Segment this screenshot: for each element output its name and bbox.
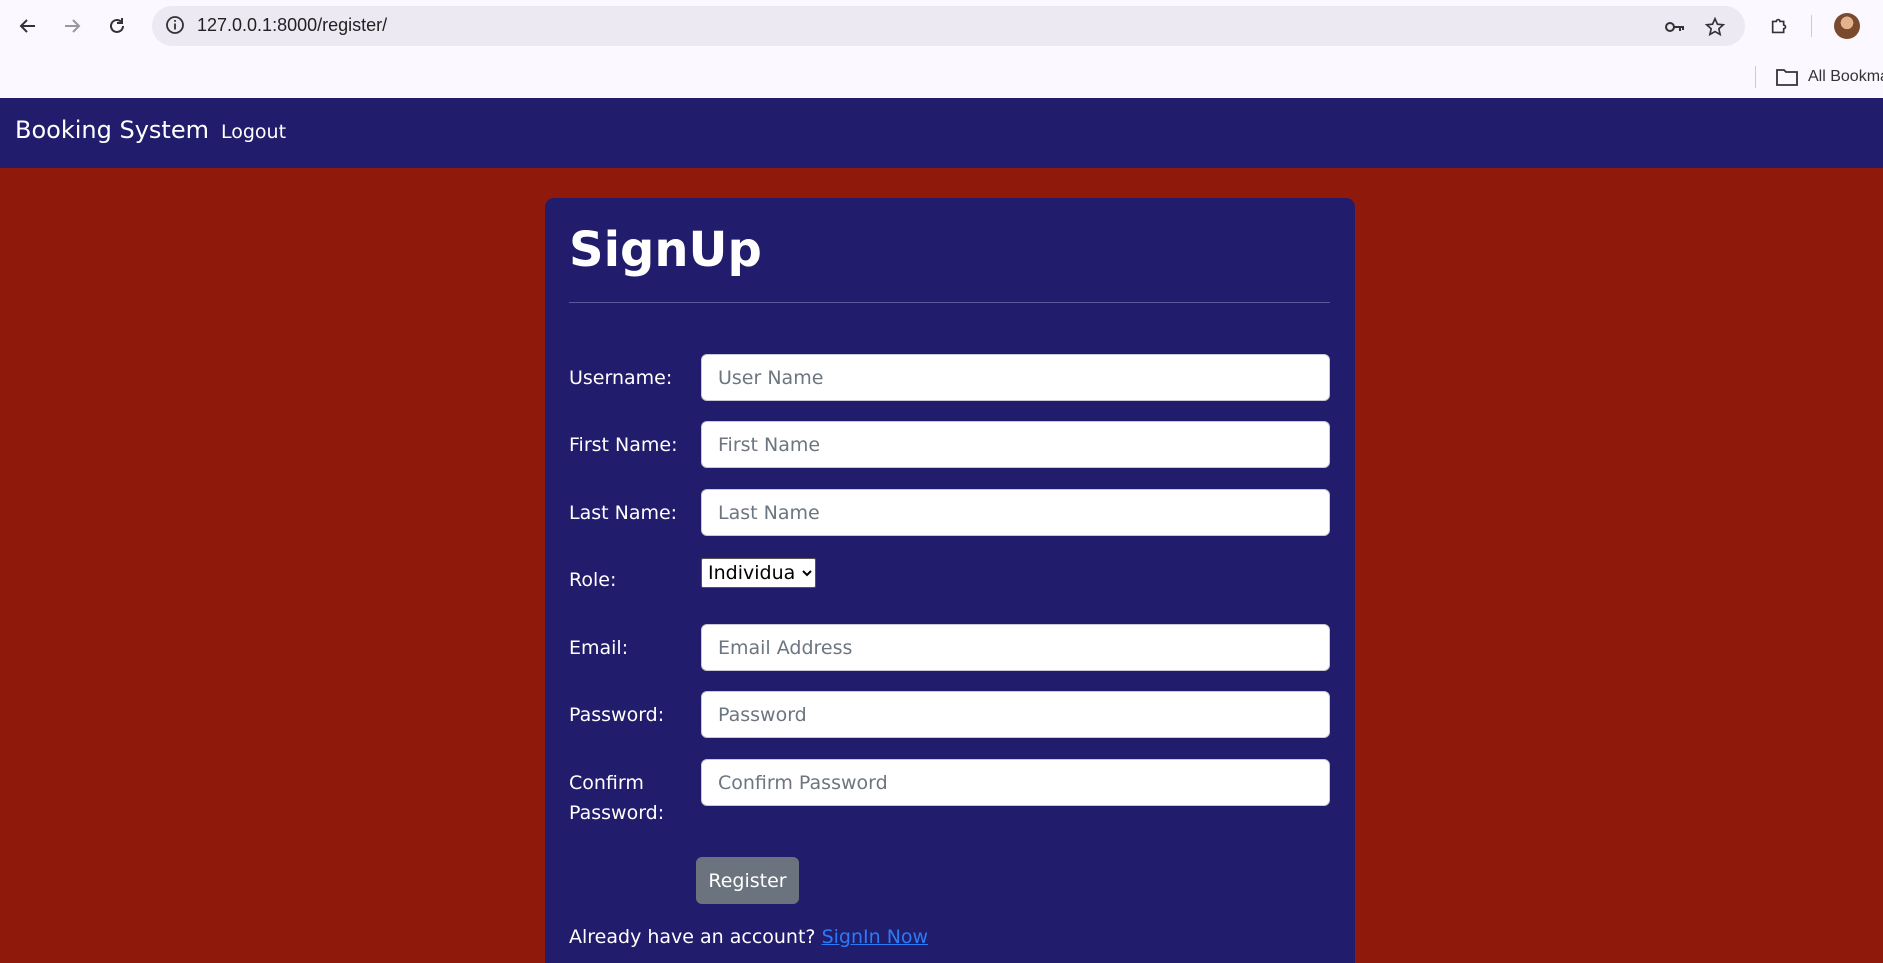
page-title: SignUp: [569, 222, 762, 278]
confirm-password-label-line2: Password:: [569, 802, 665, 824]
arrow-right-icon: [65, 19, 81, 33]
register-button[interactable]: Register: [696, 857, 799, 904]
arrow-left-icon: [19, 19, 35, 33]
first-name-label: First Name:: [569, 434, 678, 456]
brand-logo-text[interactable]: Booking System: [15, 116, 209, 144]
reload-button[interactable]: [101, 10, 133, 42]
confirm-password-label-line1: Confirm: [569, 772, 644, 794]
title-divider: [569, 302, 1330, 303]
role-label: Role:: [569, 569, 617, 591]
app-navbar: Booking System Logout: [0, 98, 1883, 168]
confirm-password-input[interactable]: [701, 759, 1330, 806]
logout-link[interactable]: Logout: [221, 121, 286, 143]
signin-prompt: Already have an account? SignIn Now: [569, 926, 928, 948]
signin-link[interactable]: SignIn Now: [822, 926, 929, 948]
email-label: Email:: [569, 637, 629, 659]
username-input[interactable]: [701, 354, 1330, 401]
all-bookmarks-label: All Bookmarks: [1808, 68, 1883, 85]
confirm-password-label: Confirm Password:: [569, 768, 689, 828]
username-label: Username:: [569, 367, 673, 389]
bookmarks-bar: All Bookmarks: [0, 58, 1883, 98]
profile-avatar[interactable]: [1834, 13, 1860, 39]
password-input[interactable]: [701, 691, 1330, 738]
signup-card: SignUp Username: First Name: Last Name: …: [545, 198, 1355, 963]
browser-toolbar: 127.0.0.1:8000/register/: [0, 0, 1883, 52]
browser-chrome: 127.0.0.1:8000/register/ All Bookmarks: [0, 0, 1883, 98]
extensions-button[interactable]: [1764, 10, 1796, 42]
address-bar[interactable]: 127.0.0.1:8000/register/: [152, 6, 1745, 46]
all-bookmarks-button[interactable]: All Bookmarks: [1776, 64, 1883, 90]
folder-icon: [1776, 69, 1798, 86]
address-url[interactable]: 127.0.0.1:8000/register/: [197, 15, 387, 36]
first-name-input[interactable]: [701, 421, 1330, 468]
back-button[interactable]: [12, 10, 44, 42]
reload-icon: [110, 18, 124, 33]
last-name-input[interactable]: [701, 489, 1330, 536]
puzzle-icon: [1771, 18, 1787, 34]
toolbar-divider: [1811, 15, 1812, 37]
bookmark-star-icon[interactable]: [1702, 14, 1728, 40]
email-input[interactable]: [701, 624, 1330, 671]
last-name-label: Last Name:: [569, 502, 678, 524]
signin-prompt-text: Already have an account?: [569, 926, 816, 948]
role-select[interactable]: Individual: [701, 558, 816, 588]
site-info-icon[interactable]: [164, 14, 186, 36]
bookmarks-divider: [1755, 66, 1756, 88]
password-label: Password:: [569, 704, 665, 726]
forward-button[interactable]: [56, 10, 88, 42]
password-key-icon[interactable]: [1662, 14, 1688, 40]
